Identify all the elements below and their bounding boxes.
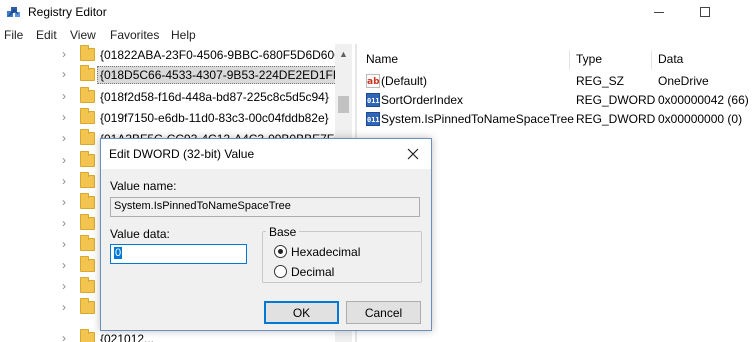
chevron-right-icon[interactable]: › xyxy=(62,174,74,190)
tree-item-selected[interactable]: › {018D5C66-4533-4307-9B53-224DE2ED1FE6} xyxy=(0,64,352,86)
chevron-right-icon[interactable]: › xyxy=(62,237,74,253)
folder-icon xyxy=(80,129,95,145)
maximize-icon xyxy=(700,7,710,17)
value-name: SortOrderIndex xyxy=(381,93,464,107)
maximize-button[interactable] xyxy=(682,0,728,24)
value-data: 0x00000042 (66) xyxy=(658,93,749,107)
menu-bar: File Edit View Favorites Help xyxy=(0,24,756,44)
scrollbar-thumb[interactable] xyxy=(338,96,349,113)
folder-icon xyxy=(80,87,95,103)
column-divider[interactable] xyxy=(651,50,652,70)
column-header-type[interactable]: Type xyxy=(576,52,602,66)
tree-item-label: {018D5C66-4533-4307-9B53-224DE2ED1FE6} xyxy=(97,66,352,84)
folder-icon xyxy=(80,298,95,314)
value-row[interactable]: 011 System.IsPinnedToNameSpaceTree REG_D… xyxy=(358,110,756,129)
decimal-label[interactable]: Decimal xyxy=(291,265,334,279)
tree-item-label: {01822ABA-23F0-4506-9BBC-680F5D6D606C} xyxy=(100,48,352,62)
chevron-right-icon[interactable]: › xyxy=(62,89,74,105)
folder-icon xyxy=(80,193,95,209)
chevron-right-icon[interactable]: › xyxy=(62,131,74,147)
value-name-label: Value name: xyxy=(110,179,177,193)
ok-button[interactable]: OK xyxy=(264,301,339,324)
menu-view[interactable]: View xyxy=(70,28,96,42)
menu-favorites[interactable]: Favorites xyxy=(110,28,159,42)
folder-icon xyxy=(80,214,95,230)
folder-icon xyxy=(80,172,95,188)
value-data: 0x00000000 (0) xyxy=(658,112,743,126)
dialog-close-button[interactable] xyxy=(400,143,426,165)
value-data-label: Value data: xyxy=(110,227,170,241)
registry-editor-icon xyxy=(7,7,20,17)
value-type: REG_DWORD xyxy=(576,112,656,126)
value-row[interactable]: 011 SortOrderIndex REG_DWORD 0x00000042 … xyxy=(358,91,756,110)
value-name: (Default) xyxy=(381,74,428,88)
chevron-right-icon[interactable]: › xyxy=(62,216,74,232)
tree-item-label: {019f7150-e6db-11d0-83c3-00c04fddb82e} xyxy=(100,111,329,125)
dialog-title-bar: Edit DWORD (32-bit) Value xyxy=(101,139,431,169)
close-icon xyxy=(407,148,419,160)
dialog-title: Edit DWORD (32-bit) Value xyxy=(109,147,255,161)
chevron-right-icon[interactable]: › xyxy=(62,300,74,316)
scroll-up-arrow-icon[interactable]: ▲ xyxy=(339,49,348,59)
folder-icon xyxy=(80,329,95,342)
string-value-icon: ab xyxy=(366,74,380,88)
folder-icon xyxy=(80,65,95,81)
folder-icon xyxy=(80,151,95,167)
value-name: System.IsPinnedToNameSpaceTree xyxy=(381,112,574,126)
tree-item[interactable]: › {01822ABA-23F0-4506-9BBC-680F5D6D606C} xyxy=(0,44,352,66)
edit-dword-dialog: Edit DWORD (32-bit) Value Value name: Sy… xyxy=(100,138,432,331)
chevron-right-icon[interactable]: › xyxy=(62,67,74,83)
value-name-field: System.IsPinnedToNameSpaceTree xyxy=(110,197,420,217)
value-data: OneDrive xyxy=(658,74,709,88)
binary-value-icon: 011 xyxy=(366,93,380,107)
folder-icon xyxy=(80,256,95,272)
window-title: Registry Editor xyxy=(28,5,107,19)
value-type: REG_DWORD xyxy=(576,93,656,107)
value-type: REG_SZ xyxy=(576,74,625,88)
chevron-right-icon[interactable]: › xyxy=(62,47,74,63)
menu-file[interactable]: File xyxy=(4,28,23,42)
chevron-right-icon[interactable]: › xyxy=(62,258,74,274)
chevron-right-icon[interactable]: › xyxy=(62,110,74,126)
column-header-data[interactable]: Data xyxy=(658,52,683,66)
title-bar: Registry Editor xyxy=(0,0,756,24)
folder-icon xyxy=(80,108,95,124)
minimize-button[interactable] xyxy=(636,0,682,24)
minimize-icon xyxy=(654,11,664,13)
tree-item-label: {021012... xyxy=(100,332,155,342)
hexadecimal-radio[interactable] xyxy=(274,245,287,258)
base-group-label: Base xyxy=(266,225,300,239)
folder-icon xyxy=(80,235,95,251)
value-data-input[interactable]: 0 xyxy=(110,244,247,264)
chevron-right-icon[interactable]: › xyxy=(62,195,74,211)
chevron-right-icon[interactable]: › xyxy=(62,153,74,169)
tree-item-label: {018f2d58-f16d-448a-bd87-225c8c5d5c94} xyxy=(100,90,329,104)
column-divider[interactable] xyxy=(569,50,570,70)
menu-edit[interactable]: Edit xyxy=(36,28,57,42)
chevron-right-icon[interactable]: › xyxy=(62,279,74,295)
column-header-name[interactable]: Name xyxy=(366,52,398,66)
hexadecimal-label[interactable]: Hexadecimal xyxy=(291,245,360,259)
decimal-radio[interactable] xyxy=(274,265,287,278)
tree-item[interactable]: › {018f2d58-f16d-448a-bd87-225c8c5d5c94} xyxy=(0,86,352,108)
tree-item[interactable]: › {019f7150-e6db-11d0-83c3-00c04fddb82e} xyxy=(0,107,352,129)
value-row[interactable]: ab (Default) REG_SZ OneDrive xyxy=(358,72,756,91)
binary-value-icon: 011 xyxy=(366,112,380,126)
menu-help[interactable]: Help xyxy=(171,28,196,42)
folder-icon xyxy=(80,45,95,61)
chevron-right-icon[interactable]: › xyxy=(62,331,74,342)
window-close-button[interactable] xyxy=(728,0,756,24)
value-data-text: 0 xyxy=(114,247,123,259)
list-header: Name Type Data xyxy=(358,50,756,70)
cancel-button[interactable]: Cancel xyxy=(346,301,421,324)
folder-icon xyxy=(80,277,95,293)
